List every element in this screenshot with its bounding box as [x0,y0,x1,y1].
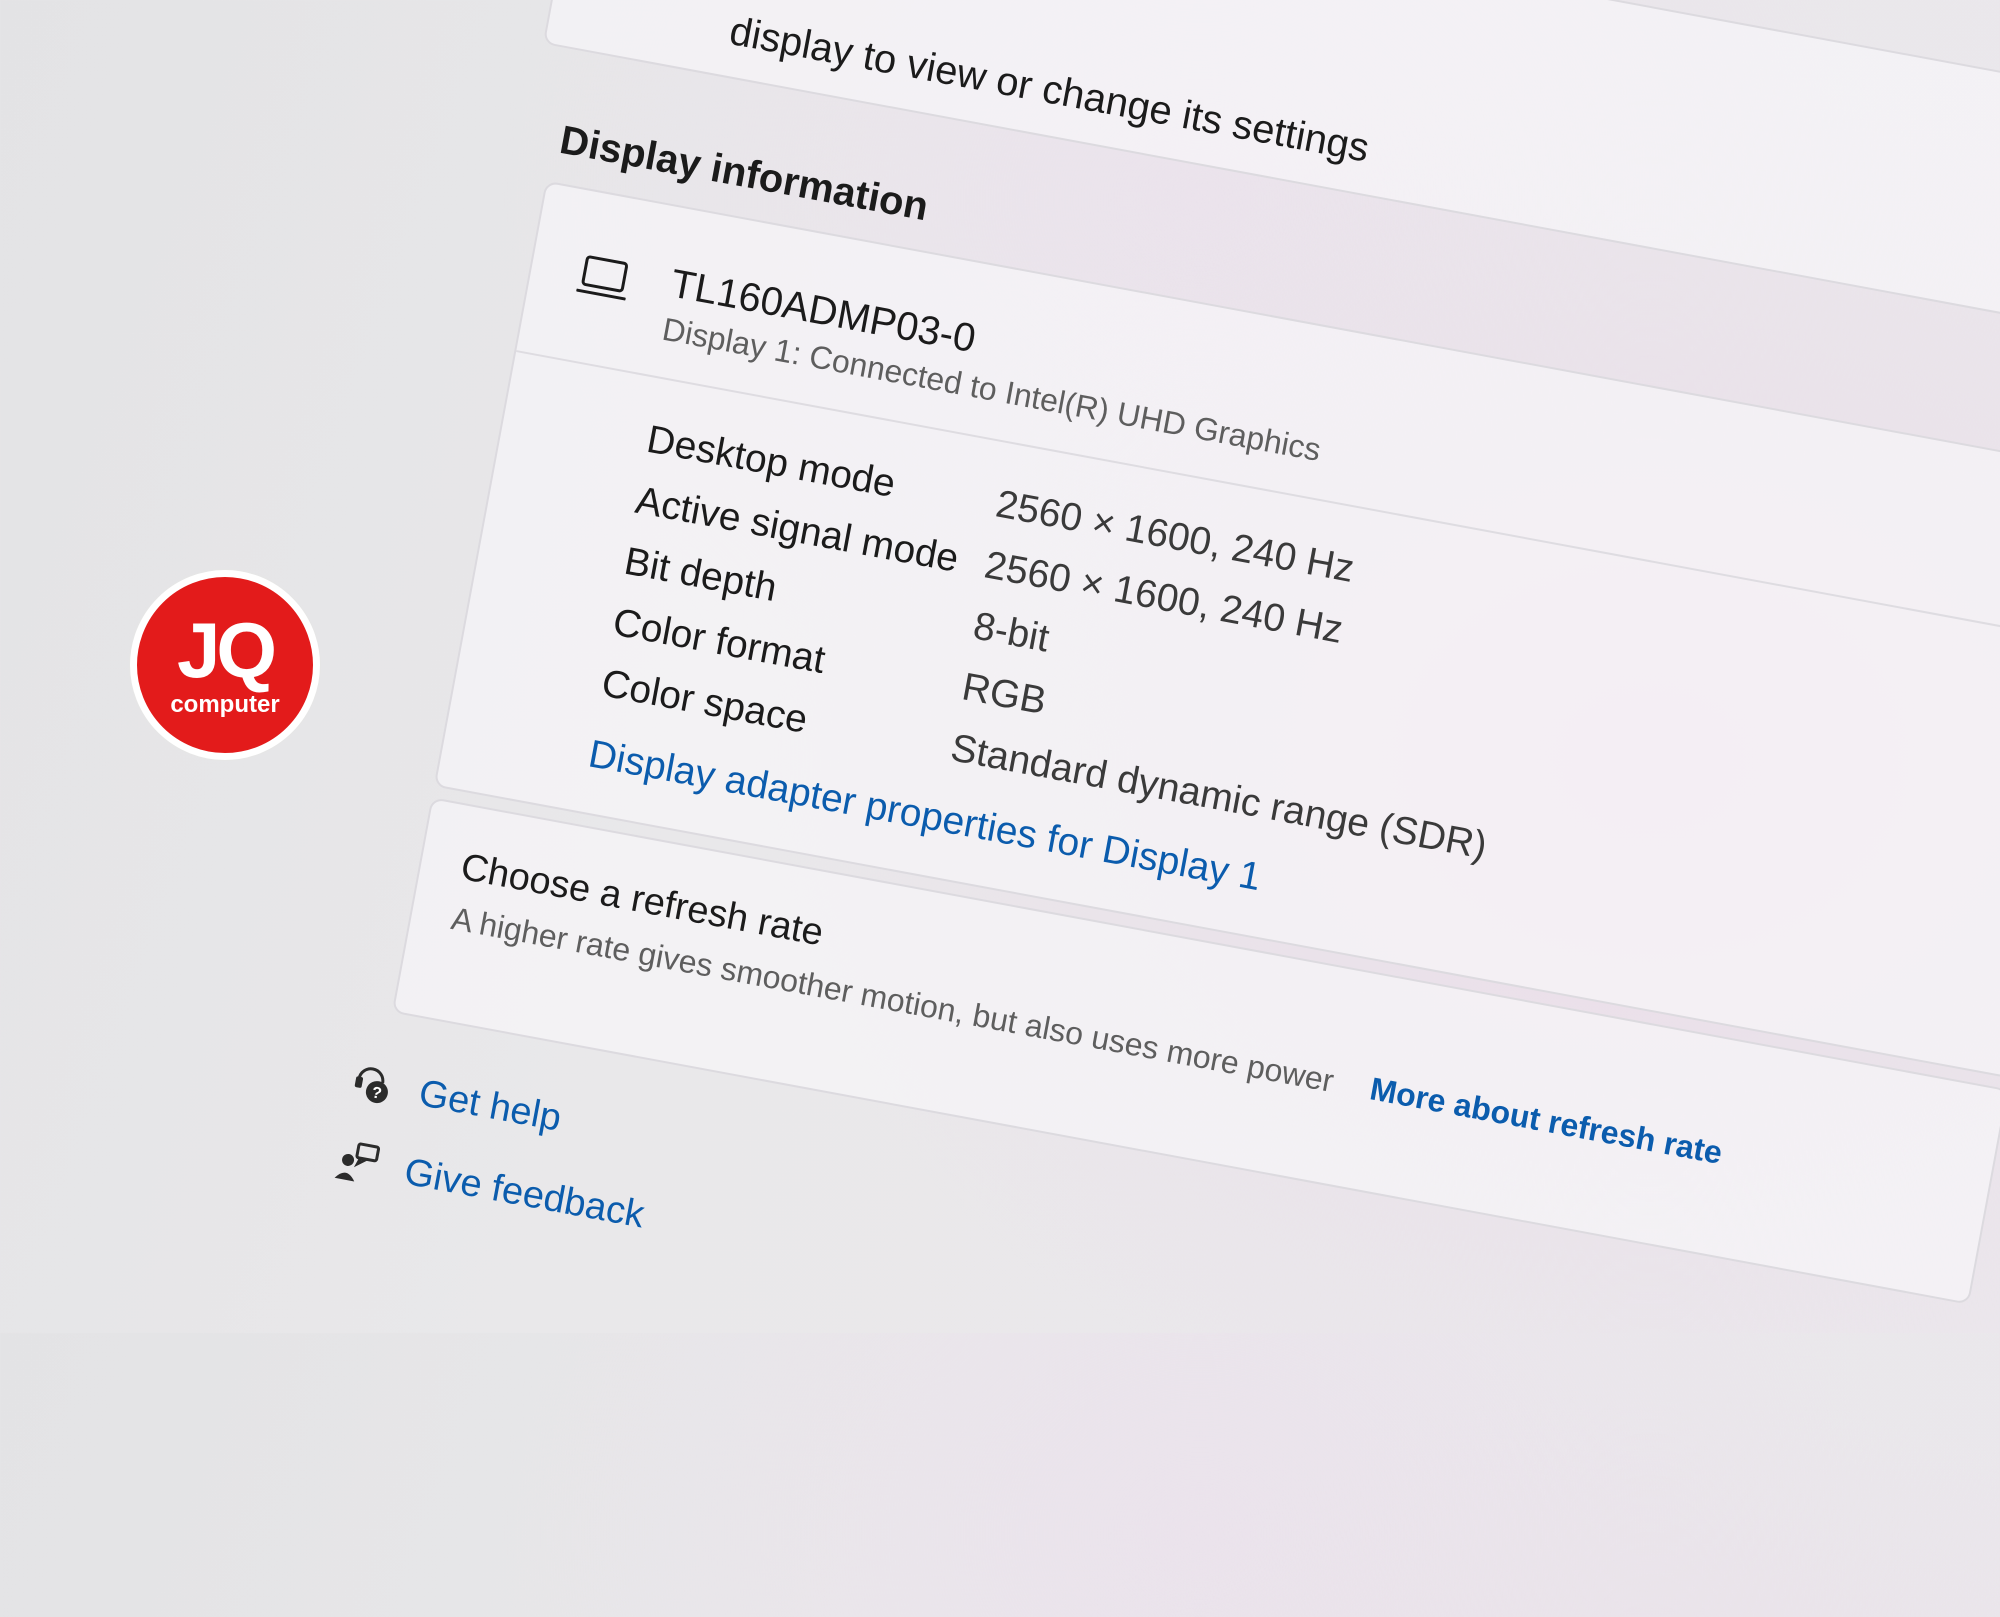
get-help-icon[interactable]: ? [347,1057,398,1108]
refresh-rate-subtitle: A higher rate gives smoother motion, but… [448,900,1337,1099]
spec-value-bit-depth: 8-bit [969,604,1053,661]
get-help-link[interactable]: Get help [415,1072,565,1140]
spec-value-color-format: RGB [958,665,1050,724]
spec-label-bit-depth: Bit depth [620,539,781,611]
settings-page: display to view or change its settings D… [0,0,2000,1576]
display-selection-hint: display to view or change its settings [726,9,1373,171]
laptop-icon [575,255,629,301]
jq-computer-logo: JQ computer [130,570,320,760]
logo-sub-text: computer [170,691,280,718]
logo-main-text: JQ [176,606,277,694]
give-feedback-link[interactable]: Give feedback [401,1151,648,1238]
give-feedback-icon[interactable] [332,1136,383,1187]
more-about-refresh-rate-link[interactable]: More about refresh rate [1367,1070,1725,1171]
